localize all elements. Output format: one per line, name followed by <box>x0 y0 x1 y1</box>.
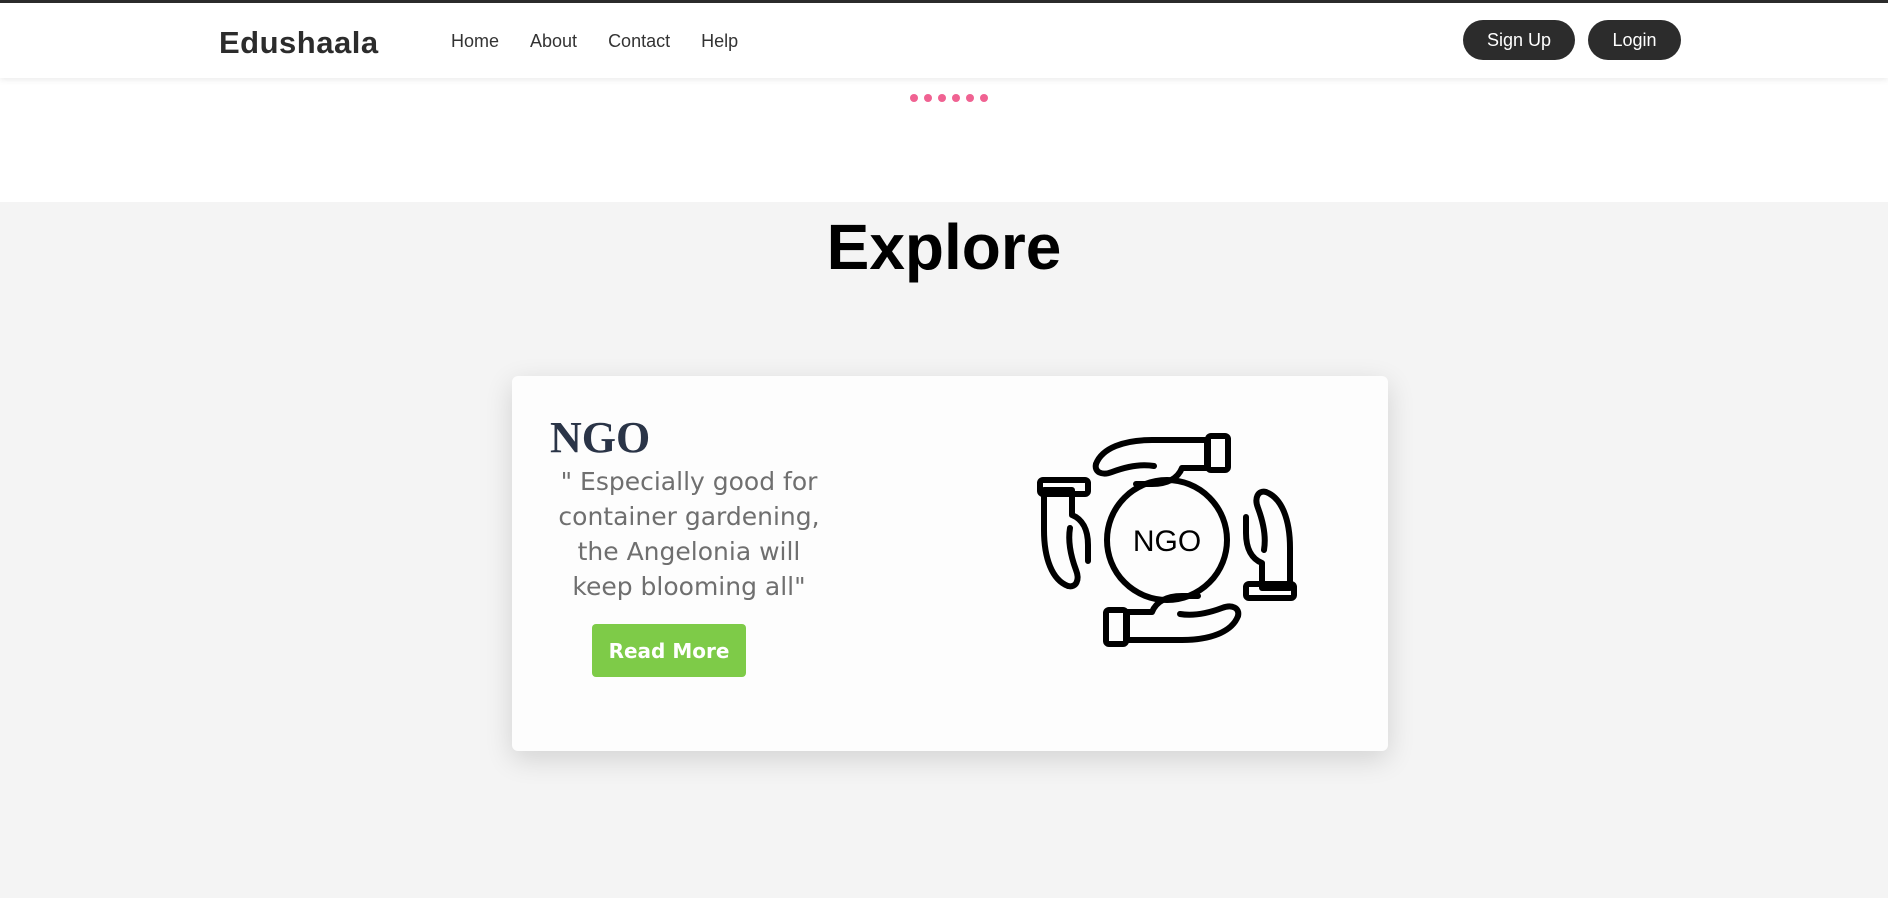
card-quote: " Especially good for container gardenin… <box>558 467 820 601</box>
loading-dot <box>980 94 988 102</box>
login-button[interactable]: Login <box>1588 20 1681 60</box>
loading-dot <box>910 94 918 102</box>
nav-about-link[interactable]: About <box>530 31 577 52</box>
navbar: Edushaala Home About Contact Help Sign U… <box>0 3 1888 78</box>
loading-dots <box>910 94 988 102</box>
loading-dot <box>966 94 974 102</box>
ngo-card: NGO " Especially good for container gard… <box>512 376 1388 751</box>
main-nav: Home About Contact Help <box>451 31 769 52</box>
card-title: NGO <box>550 413 651 462</box>
loading-dot <box>952 94 960 102</box>
nav-contact-link[interactable]: Contact <box>608 31 670 52</box>
brand-logo[interactable]: Edushaala <box>219 25 379 61</box>
signup-button[interactable]: Sign Up <box>1463 20 1575 60</box>
explore-heading: Explore <box>826 211 1062 283</box>
ngo-hands-icon: NGO <box>1037 433 1297 647</box>
nav-help-link[interactable]: Help <box>701 31 738 52</box>
loading-dot <box>924 94 932 102</box>
nav-home-link[interactable]: Home <box>451 31 499 52</box>
loading-dot <box>938 94 946 102</box>
ngo-logo-text: NGO <box>1133 525 1201 558</box>
read-more-button[interactable]: Read More <box>592 624 746 677</box>
